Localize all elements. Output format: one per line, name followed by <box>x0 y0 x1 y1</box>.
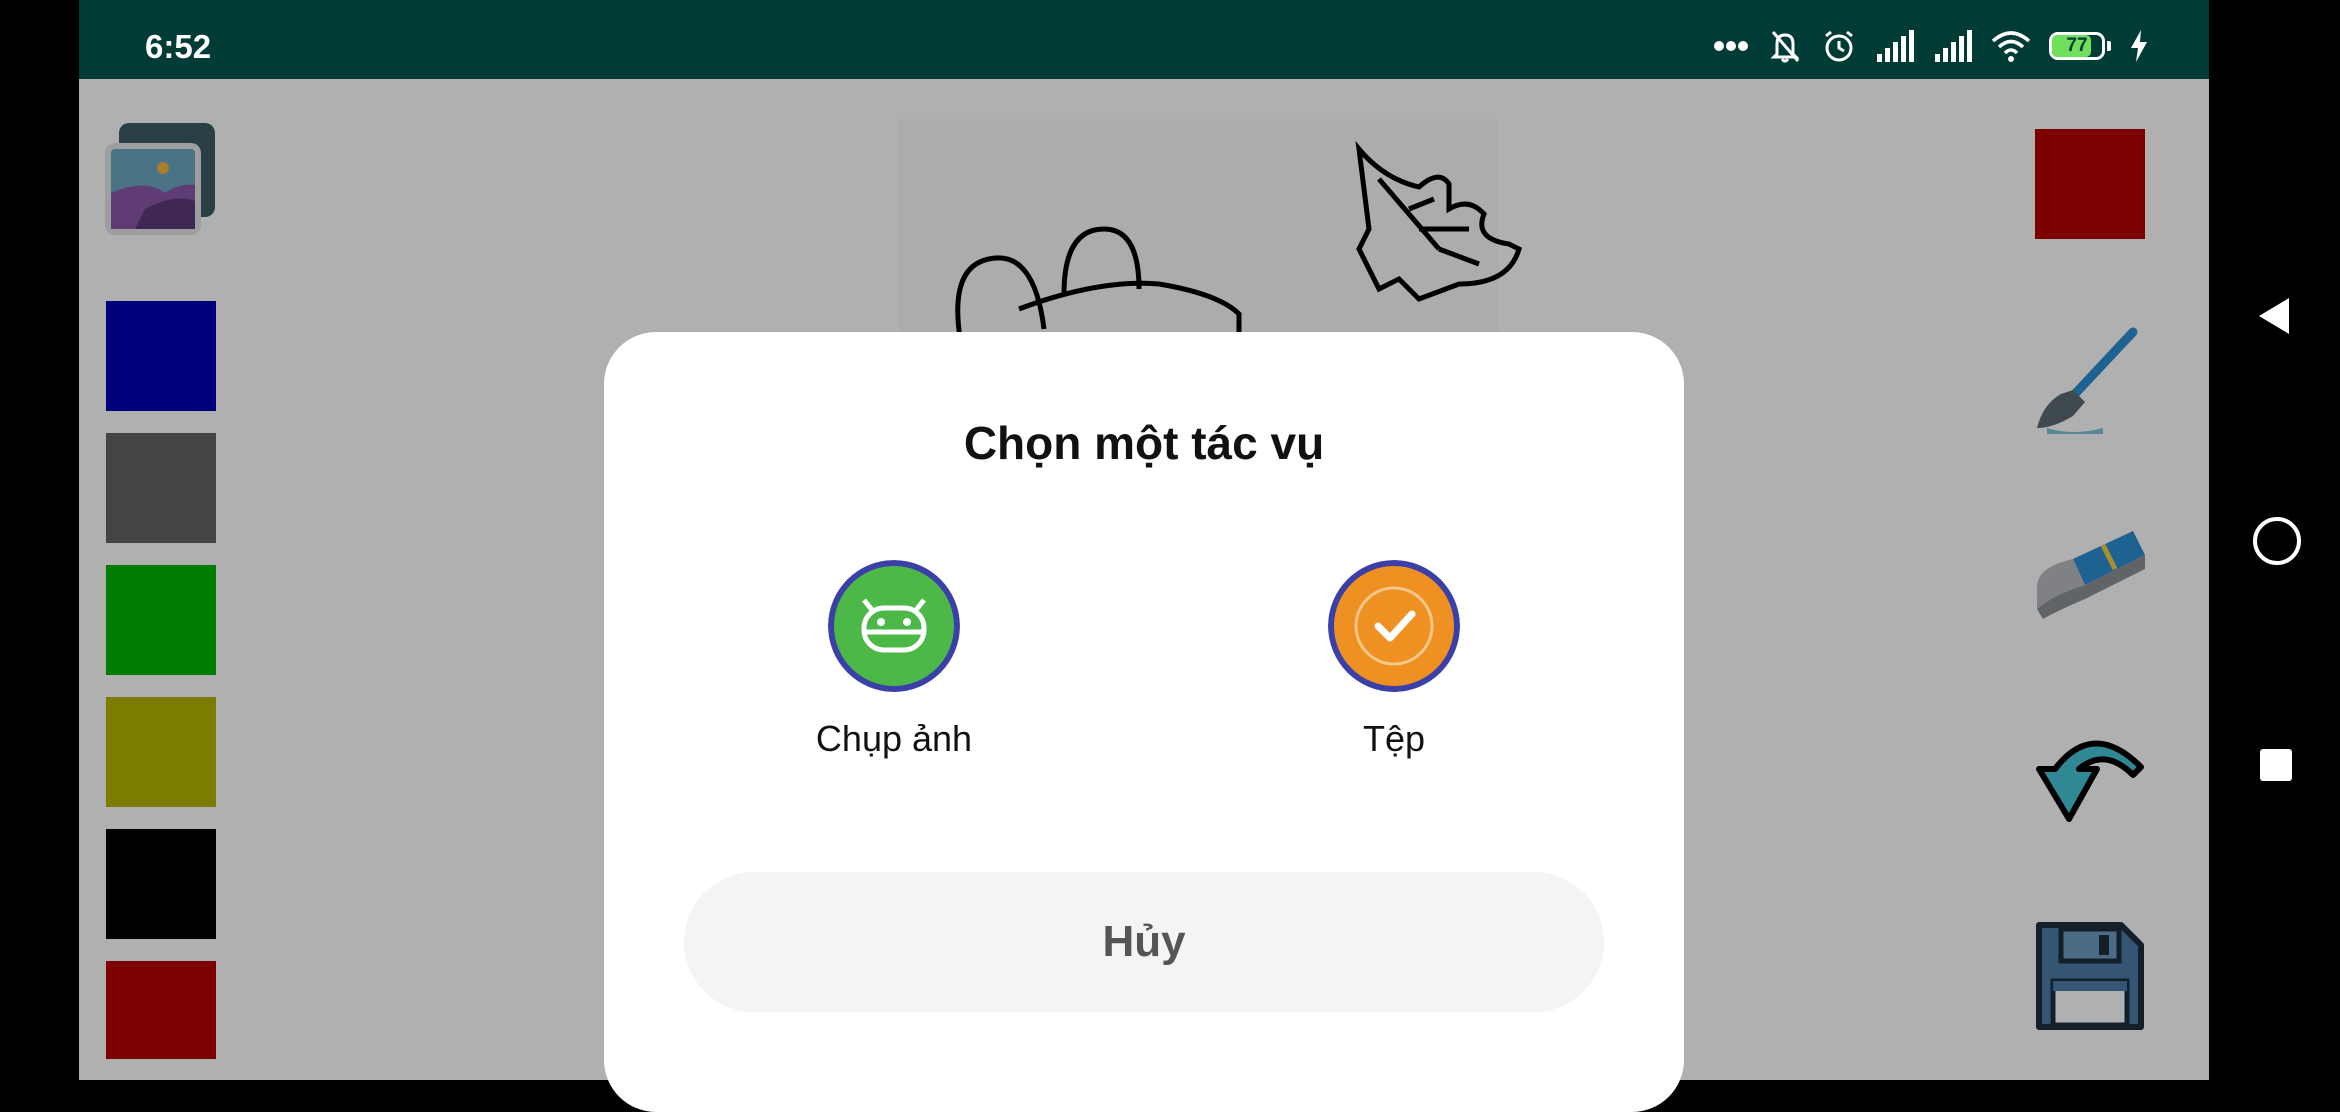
alarm-icon <box>1825 30 1853 62</box>
more-dots-icon <box>1714 41 1748 51</box>
dialog-title: Chọn một tác vụ <box>963 417 1325 469</box>
charging-icon <box>2131 30 2147 62</box>
android-camera-icon <box>828 560 960 692</box>
option-file-label: Tệp <box>1362 718 1426 759</box>
action-chooser-dialog: Chọn một tác vụ Chụp ảnh Tệp Hủy <box>604 332 1684 1112</box>
option-file[interactable]: Tệp <box>1274 560 1514 760</box>
status-time: 6:52 <box>145 28 212 65</box>
cancel-button[interactable]: Hủy <box>684 872 1604 1012</box>
battery-icon: 77 <box>2049 32 2111 60</box>
home-icon[interactable] <box>2252 516 2302 566</box>
bell-off-icon <box>1770 31 1800 63</box>
system-nav-bar <box>2209 0 2340 1080</box>
status-bar: 6:52 77 <box>79 0 2209 79</box>
wifi-icon <box>1991 31 2031 62</box>
option-take-photo-label: Chụp ảnh <box>815 718 973 759</box>
battery-level: 77 <box>2066 35 2088 56</box>
recents-icon[interactable] <box>2258 747 2294 783</box>
back-icon[interactable] <box>2257 296 2291 336</box>
file-check-icon <box>1328 560 1460 692</box>
signal-icon <box>1877 30 1914 62</box>
status-icons: 77 <box>1713 26 2149 66</box>
signal-icon <box>1935 30 1972 62</box>
option-take-photo[interactable]: Chụp ảnh <box>774 560 1014 760</box>
